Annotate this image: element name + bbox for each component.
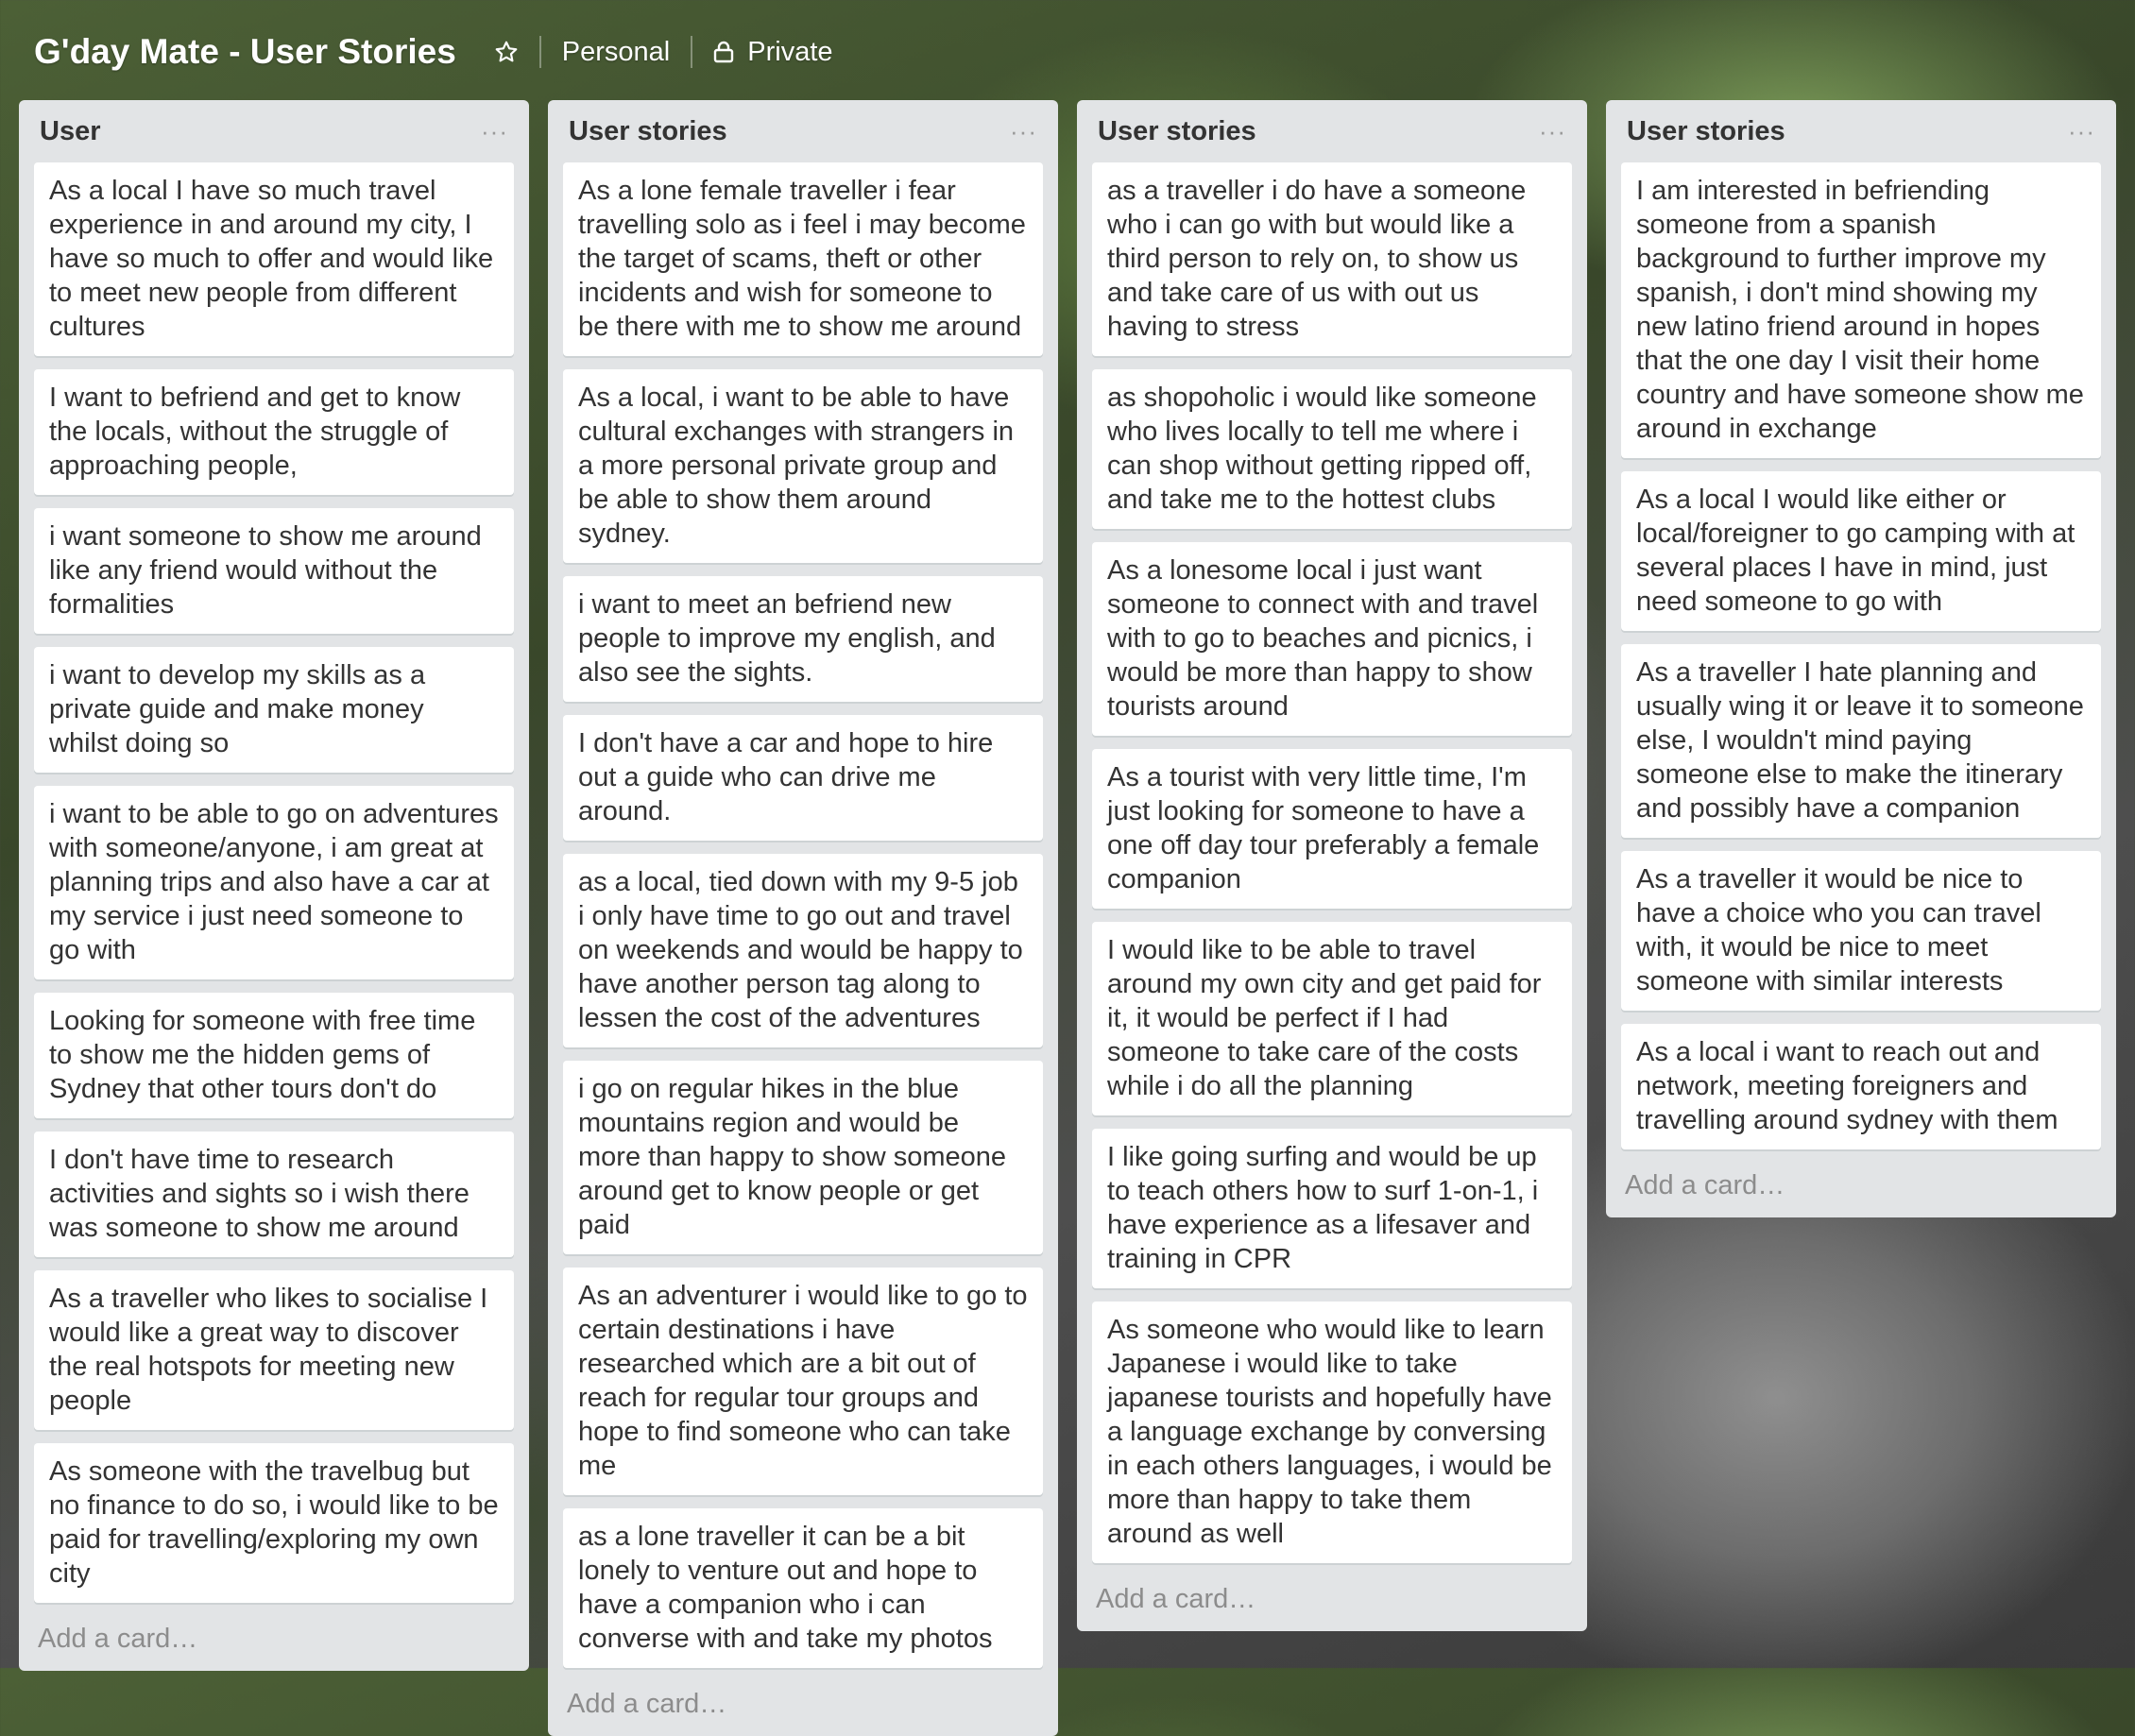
card[interactable]: As an adventurer i would like to go to c… — [563, 1268, 1043, 1495]
card-list: I am interested in befriending someone f… — [1606, 162, 2116, 1163]
more-menu-icon[interactable]: ··· — [1539, 117, 1566, 146]
more-menu-icon[interactable]: ··· — [481, 117, 508, 146]
card[interactable]: As a lonesome local i just want someone … — [1092, 542, 1572, 736]
add-card-button[interactable]: Add a card… — [1606, 1163, 2116, 1217]
card[interactable]: I like going surfing and would be up to … — [1092, 1129, 1572, 1288]
more-menu-icon[interactable]: ··· — [1010, 117, 1037, 146]
card[interactable]: I would like to be able to travel around… — [1092, 922, 1572, 1115]
header-divider — [538, 36, 541, 68]
card-list: As a lone female traveller i fear travel… — [548, 162, 1058, 1681]
card[interactable]: As a traveller I hate planning and usual… — [1621, 644, 2101, 838]
list: User stories ··· As a lone female travelle… — [548, 100, 1058, 1736]
visibility-label: Private — [747, 36, 833, 67]
card[interactable]: As someone who would like to learn Japan… — [1092, 1302, 1572, 1563]
team-label: Personal — [561, 36, 671, 67]
card[interactable]: as a lone traveller it can be a bit lone… — [563, 1508, 1043, 1668]
card[interactable]: i want to be able to go on adventures wi… — [34, 786, 514, 979]
add-card-button[interactable]: Add a card… — [19, 1616, 529, 1671]
list-header: User ··· — [19, 100, 529, 162]
visibility-button[interactable]: Private — [713, 36, 833, 68]
list-title[interactable]: User — [40, 116, 101, 147]
card[interactable]: as a local, tied down with my 9-5 job i … — [563, 854, 1043, 1047]
lock-icon — [713, 41, 734, 63]
card[interactable]: i want to develop my skills as a private… — [34, 647, 514, 773]
card[interactable]: Looking for someone with free time to sh… — [34, 993, 514, 1118]
card-list: as a traveller i do have a someone who i… — [1077, 162, 1587, 1576]
star-icon — [495, 41, 518, 62]
add-card-button[interactable]: Add a card… — [548, 1681, 1058, 1736]
list: User stories ··· as a traveller i do have … — [1077, 100, 1587, 1631]
card[interactable]: As a local I have so much travel experie… — [34, 162, 514, 356]
card[interactable]: As a local I would like either or local/… — [1621, 471, 2101, 631]
card[interactable]: I want to befriend and get to know the l… — [34, 369, 514, 495]
list-title[interactable]: User stories — [569, 116, 727, 147]
card[interactable]: I don't have time to research activities… — [34, 1132, 514, 1257]
card[interactable]: As a local, i want to be able to have cu… — [563, 369, 1043, 563]
card[interactable]: As a traveller who likes to socialise I … — [34, 1270, 514, 1430]
card[interactable]: As a tourist with very little time, I'm … — [1092, 749, 1572, 909]
list: User stories ··· I am interested in befrie… — [1606, 100, 2116, 1217]
star-board-button[interactable] — [494, 40, 519, 64]
list-header: User stories ··· — [1077, 100, 1587, 162]
board-title[interactable]: G'day Mate - User Stories — [34, 32, 456, 72]
card[interactable]: i want to meet an befriend new people to… — [563, 576, 1043, 702]
add-card-button[interactable]: Add a card… — [1077, 1576, 1587, 1631]
card[interactable]: I am interested in befriending someone f… — [1621, 162, 2101, 458]
card[interactable]: I don't have a car and hope to hire out … — [563, 715, 1043, 841]
card[interactable]: As someone with the travelbug but no fin… — [34, 1443, 514, 1603]
card[interactable]: as shopoholic i would like someone who l… — [1092, 369, 1572, 529]
card[interactable]: As a traveller it would be nice to have … — [1621, 851, 2101, 1011]
lists-container: User ··· As a local I have so much travel … — [19, 100, 2116, 1736]
card[interactable]: as a traveller i do have a someone who i… — [1092, 162, 1572, 356]
list-title[interactable]: User stories — [1627, 116, 1785, 147]
card[interactable]: As a lone female traveller i fear travel… — [563, 162, 1043, 356]
list: User ··· As a local I have so much travel … — [19, 100, 529, 1671]
team-button[interactable]: Personal — [562, 37, 670, 68]
list-title[interactable]: User stories — [1098, 116, 1256, 147]
list-header: User stories ··· — [548, 100, 1058, 162]
board-header: G'day Mate - User Stories Personal Priva… — [0, 0, 2135, 104]
header-divider — [691, 36, 693, 68]
more-menu-icon[interactable]: ··· — [2068, 117, 2095, 146]
card[interactable]: i go on regular hikes in the blue mounta… — [563, 1061, 1043, 1254]
card[interactable]: As a local i want to reach out and netwo… — [1621, 1024, 2101, 1149]
card[interactable]: i want someone to show me around like an… — [34, 508, 514, 634]
list-header: User stories ··· — [1606, 100, 2116, 162]
card-list: As a local I have so much travel experie… — [19, 162, 529, 1616]
